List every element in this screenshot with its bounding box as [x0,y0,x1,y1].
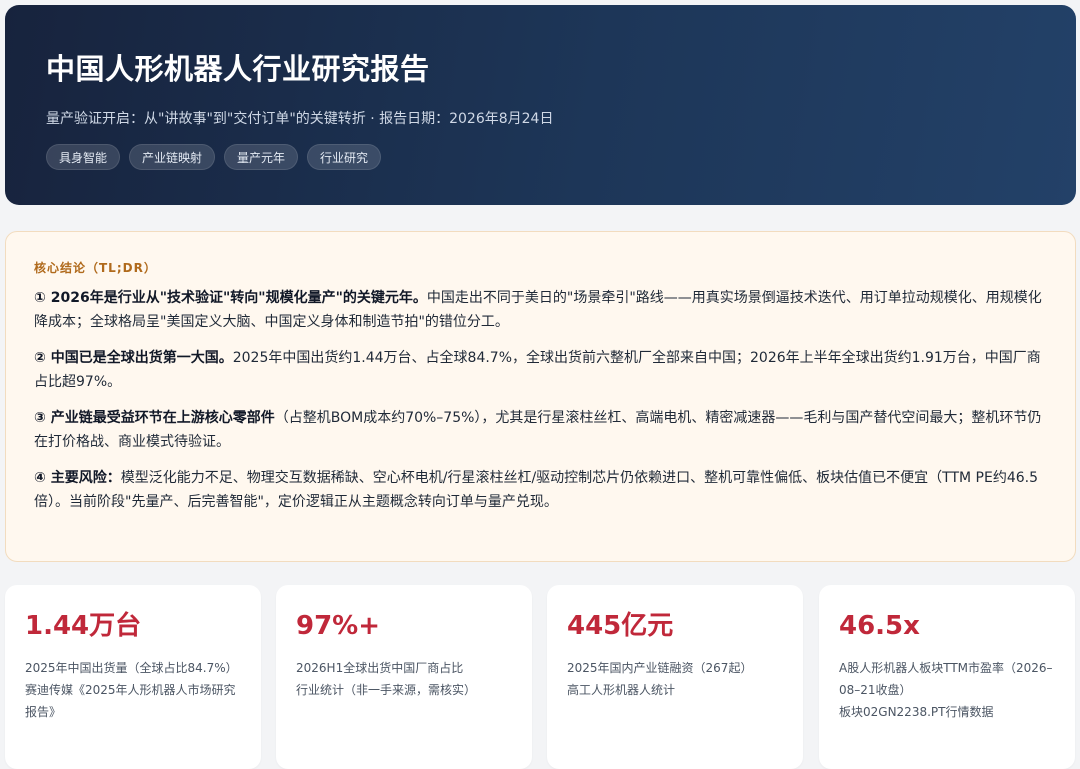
conclusion-point: ① 2026年是行业从"技术验证"转向"规模化量产"的关键元年。中国走出不同于美… [34,286,1047,334]
page-title: 中国人形机器人行业研究报告 [46,52,430,86]
metric-value: 97%+ [296,611,381,641]
metric-card-valuation: 46.5x A股人形机器人板块TTM市盈率（2026–08–21收盘） 板块02… [819,585,1075,769]
metric-card-share: 97%+ 2026H1全球出货中国厂商占比 行业统计（非一手来源，需核实） [276,585,532,769]
metric-source: 赛迪传媒《2025年人形机器人市场研究报告》 [25,683,236,719]
conclusion-lead: ② 中国已是全球出货第一大国。 [34,350,233,366]
section-label: 核心结论（TL;DR） [34,261,157,275]
metric-description: 2025年中国出货量（全球占比84.7%） [25,661,238,675]
conclusion-lead: ① 2026年是行业从"技术验证"转向"规模化量产"的关键元年。 [34,290,427,306]
metric-cards: 1.44万台 2025年中国出货量（全球占比84.7%） 赛迪传媒《2025年人… [5,585,1076,769]
conclusion-point: ② 中国已是全球出货第一大国。2025年中国出货约1.44万台、占全球84.7%… [34,346,1047,394]
metric-value: 445亿元 [567,611,674,641]
tag[interactable]: 产业链映射 [129,144,216,170]
metric-card-financing: 445亿元 2025年国内产业链融资（267起） 高工人形机器人统计 [547,585,803,769]
conclusion-text: 模型泛化能力不足、物理交互数据稀缺、空心杯电机/行星滚柱丝杠/驱动控制芯片仍依赖… [34,470,1039,510]
tag[interactable]: 量产元年 [224,144,299,170]
conclusion-lead: ④ 主要风险： [34,470,121,486]
metric-description: A股人形机器人板块TTM市盈率（2026–08–21收盘） [839,661,1053,697]
metric-source: 行业统计（非一手来源，需核实） [296,683,477,697]
conclusion-lead: ③ 产业链最受益环节在上游核心零部件 [34,410,275,426]
metric-source: 高工人形机器人统计 [567,683,676,697]
page-subtitle: 量产验证开启：从"讲故事"到"交付订单"的关键转折 · 报告日期：2026年8月… [46,111,554,127]
conclusion-point: ④ 主要风险：模型泛化能力不足、物理交互数据稀缺、空心杯电机/行星滚柱丝杠/驱动… [34,466,1047,514]
conclusion-point: ③ 产业链最受益环节在上游核心零部件（占整机BOM成本约70%–75%），尤其是… [34,406,1047,454]
metric-description: 2025年国内产业链融资（267起） [567,661,753,675]
metric-value: 1.44万台 [25,611,142,641]
tag[interactable]: 行业研究 [307,144,382,170]
metric-description: 2026H1全球出货中国厂商占比 [296,661,464,675]
tag-list: 具身智能 产业链映射 量产元年 行业研究 [46,144,1076,170]
tag[interactable]: 具身智能 [46,144,121,170]
metric-card-shipments: 1.44万台 2025年中国出货量（全球占比84.7%） 赛迪传媒《2025年人… [5,585,261,769]
metric-source: 板块02GN2238.PT行情数据 [839,705,994,719]
metric-value: 46.5x [839,611,920,641]
report-header: 中国人形机器人行业研究报告 量产验证开启：从"讲故事"到"交付订单"的关键转折 … [5,5,1076,205]
key-conclusions-panel: 核心结论（TL;DR） ① 2026年是行业从"技术验证"转向"规模化量产"的关… [5,231,1076,562]
